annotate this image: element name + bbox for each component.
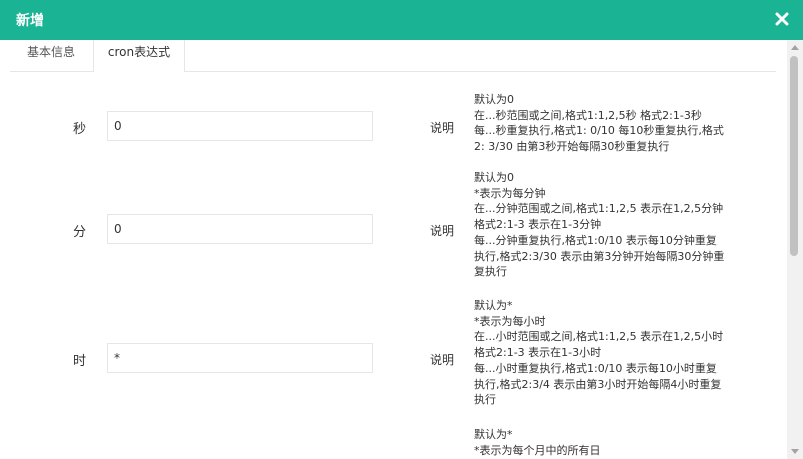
desc-line: 每...小时重复执行,格式1:0/10 表示每10小时重复 — [474, 361, 717, 375]
hours-label: 时 — [72, 354, 86, 369]
desc-line: 在...小时范围或之间,格式1:1,2,5 表示在1,2,5小时 — [474, 330, 724, 344]
scrollbar-thumb[interactable] — [790, 56, 798, 256]
desc-line: 在...秒范围或之间,格式1:1,2,5秒 格式2:1-3秒 — [474, 108, 702, 122]
day-description: 默认为* *表示为每个月中的所有日 — [474, 427, 744, 458]
hours-desc-label: 说明 — [430, 353, 455, 367]
seconds-description: 默认为0 在...秒范围或之间,格式1:1,2,5秒 格式2:1-3秒 每...… — [474, 92, 744, 155]
minutes-label: 分 — [72, 225, 86, 240]
minutes-desc-label: 说明 — [430, 224, 455, 238]
scroll-down-icon[interactable] — [791, 449, 799, 454]
scroll-up-icon[interactable] — [791, 45, 799, 50]
dialog-title: 新增 — [16, 13, 44, 29]
tab-cron-expression[interactable]: cron表达式 — [93, 40, 185, 72]
desc-line: *表示为每小时 — [474, 314, 546, 328]
desc-line: 默认为* — [474, 299, 513, 312]
desc-line: *表示为每个月中的所有日 — [474, 443, 601, 457]
desc-line: *表示为每分钟 — [474, 186, 546, 200]
desc-line: 复执行 — [474, 265, 507, 279]
minutes-description: 默认为0 *表示为每分钟 在...分钟范围或之间,格式1:1,2,5 表示在1,… — [474, 170, 744, 280]
hours-description: 默认为* *表示为每小时 在...小时范围或之间,格式1:1,2,5 表示在1,… — [474, 298, 744, 408]
seconds-desc-label: 说明 — [430, 121, 455, 135]
tab-bar: 基本信息 cron表达式 — [10, 40, 776, 72]
desc-line: 执行 — [474, 393, 496, 407]
dialog-header: 新增 — [0, 0, 803, 40]
seconds-label: 秒 — [72, 122, 86, 137]
desc-line: 2: 3/30 由第3秒开始每隔30秒重复执行 — [474, 140, 670, 154]
desc-line: 默认为* — [474, 428, 513, 441]
desc-line: 每...秒重复执行,格式1: 0/10 每10秒重复执行,格式 — [474, 124, 724, 138]
desc-line: 默认为0 — [474, 171, 514, 184]
desc-line: 每...分钟重复执行,格式1:0/10 表示每10分钟重复 — [474, 233, 717, 247]
minutes-input[interactable] — [107, 214, 373, 244]
desc-line: 格式2:1-3 表示在1-3分钟 — [474, 218, 602, 232]
desc-line: 默认为0 — [474, 93, 514, 106]
desc-line: 执行,格式2:3/30 表示由第3分钟开始每隔30分钟重 — [474, 249, 725, 263]
tab-basic-info[interactable]: 基本信息 — [10, 40, 92, 71]
desc-line: 格式2:1-3 表示在1-3小时 — [474, 346, 602, 360]
desc-line: 执行,格式2:3/4 表示由第3小时开始每隔4小时重复 — [474, 377, 722, 391]
hours-input[interactable] — [107, 343, 373, 373]
desc-line: 在...分钟范围或之间,格式1:1,2,5 表示在1,2,5分钟 — [474, 202, 724, 216]
close-icon[interactable] — [773, 10, 791, 28]
seconds-input[interactable] — [107, 111, 373, 141]
